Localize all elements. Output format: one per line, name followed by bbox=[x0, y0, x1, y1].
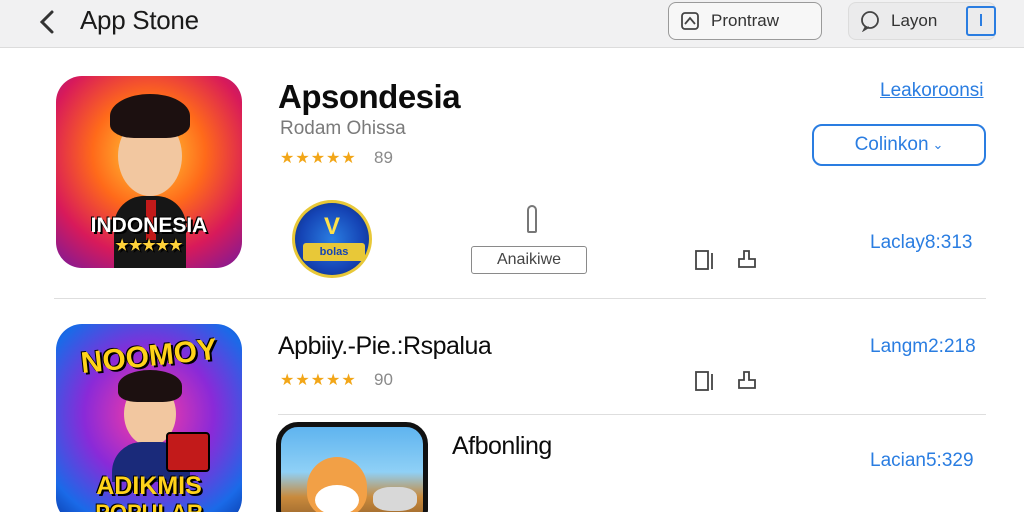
divider bbox=[54, 298, 986, 299]
badge-icon: V bolas bbox=[292, 200, 372, 278]
icon-caption-bottom: ADIKMIS bbox=[96, 472, 202, 500]
badge-letter: V bbox=[323, 213, 340, 240]
layout-button-label: Layon bbox=[891, 11, 938, 30]
rating-count: 90 bbox=[374, 370, 393, 389]
sidebar-toggle-icon[interactable] bbox=[966, 6, 996, 36]
collect-button-label: Colinkon bbox=[854, 134, 929, 155]
top-link[interactable]: Leakoroonsi bbox=[880, 80, 984, 102]
phone-icon[interactable] bbox=[694, 370, 716, 394]
side-link[interactable]: Langm2:218 bbox=[870, 336, 976, 358]
share-icon[interactable] bbox=[736, 247, 758, 271]
chat-bubble-icon bbox=[861, 11, 879, 32]
phone-icon[interactable] bbox=[694, 249, 716, 273]
chevron-down-icon: ⌄ bbox=[932, 137, 944, 152]
app-icon-indonesia[interactable]: INDONESIA ★★★★★ bbox=[56, 76, 242, 268]
star-rating: ★★★★★ bbox=[280, 372, 357, 389]
app-title[interactable]: Apsondesia bbox=[278, 78, 461, 116]
icon-stars: ★★★★★ bbox=[115, 237, 183, 254]
collect-button[interactable]: Colinkon ⌄ bbox=[812, 124, 986, 166]
icon-caption-bottom2: POPULAR bbox=[56, 500, 242, 512]
side-link[interactable]: Laclay8:313 bbox=[870, 232, 972, 254]
character-hair bbox=[118, 370, 182, 402]
app-icon-popular[interactable]: NOOMOY ADIKMIS POPULAR bbox=[56, 324, 242, 512]
top-bar: App Stone Prontraw Layon bbox=[0, 0, 1024, 48]
secondary-button[interactable]: Anaikiwe bbox=[471, 246, 587, 274]
dog-muzzle bbox=[315, 485, 359, 512]
app-title[interactable]: Apbiiy.-Pie.:Rspalua bbox=[278, 332, 492, 361]
divider bbox=[278, 414, 986, 415]
side-link[interactable]: Laciаn5:329 bbox=[870, 450, 974, 472]
page-title: App Stone bbox=[80, 5, 199, 35]
badge-label: bolas bbox=[303, 243, 365, 261]
app-subtitle: Rodam Ohissa bbox=[280, 118, 406, 139]
preview-button-label: Prontraw bbox=[711, 11, 780, 30]
back-chevron-icon[interactable] bbox=[34, 8, 62, 36]
preview-button[interactable]: Prontraw bbox=[668, 2, 822, 40]
icon-caption: INDONESIA bbox=[90, 214, 208, 237]
character-hair bbox=[110, 94, 190, 138]
star-rating: ★★★★★ bbox=[280, 150, 357, 167]
app-icon-shiba[interactable] bbox=[276, 422, 428, 512]
paperclip-icon bbox=[527, 205, 537, 233]
share-icon[interactable] bbox=[736, 368, 758, 392]
airplane-shape bbox=[373, 487, 417, 511]
rating-count: 89 bbox=[374, 148, 393, 167]
book-icon bbox=[166, 432, 210, 472]
app-title[interactable]: Afbonling bbox=[452, 432, 552, 461]
home-icon bbox=[681, 12, 699, 30]
